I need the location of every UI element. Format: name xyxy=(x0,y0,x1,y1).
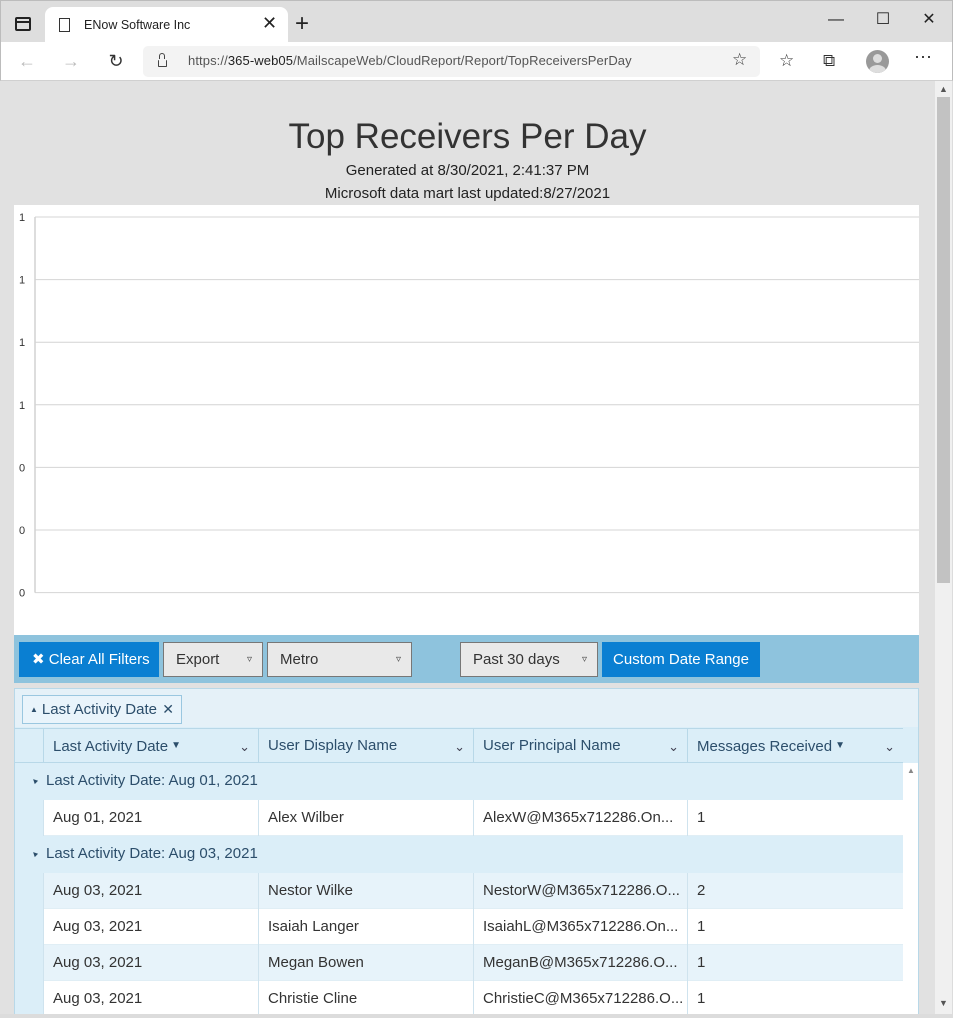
table-cell: Aug 01, 2021 xyxy=(43,800,258,836)
table-row[interactable]: Aug 01, 2021 Alex Wilber AlexW@M365x712286… xyxy=(43,800,903,836)
browser-tab[interactable]: ENow Software Inc ✕ xyxy=(45,7,288,43)
forward-icon[interactable]: → xyxy=(59,49,83,73)
group-row[interactable]: ▲ Last Activity Date: Aug 03, 2021 xyxy=(15,836,903,872)
scroll-up-icon[interactable]: ▲ xyxy=(907,766,915,775)
chevron-down-icon: ▿ xyxy=(395,654,401,665)
collections-icon[interactable]: ⧉ xyxy=(823,51,835,71)
url-text[interactable]: https://365-web05/MailscapeWeb/CloudRepo… xyxy=(188,53,632,68)
table-row[interactable]: Aug 03, 2021 Megan Bowen MeganB@M365x71228… xyxy=(43,945,903,981)
clear-all-filters-button[interactable]: ✖ Clear All Filters xyxy=(19,642,159,677)
column-header-user-principal-name[interactable]: User Principal Name ⌄ xyxy=(473,729,687,763)
y-tick-label: 1 xyxy=(19,275,25,287)
scroll-up-icon[interactable]: ▲ xyxy=(939,84,948,94)
grid-scrollbar[interactable]: ▲ xyxy=(903,763,918,1014)
report-title: Top Receivers Per Day xyxy=(288,117,647,156)
chevron-down-icon: ▿ xyxy=(246,654,252,665)
chart-area: 1 1 1 1 0 0 0 xyxy=(14,205,919,635)
table-row[interactable]: Aug 03, 2021 Isaiah Langer IsaiahL@M365x71… xyxy=(43,909,903,945)
lock-icon[interactable] xyxy=(158,53,167,67)
filter-toolbar: ✖ Clear All Filters Export ▿ Metro ▿ Past … xyxy=(14,635,919,683)
tab-close-icon[interactable]: ✕ xyxy=(262,13,277,34)
tab-title: ENow Software Inc xyxy=(84,18,191,32)
column-header-user-display-name[interactable]: User Display Name ⌄ xyxy=(258,729,473,763)
table-cell: 1 xyxy=(687,909,903,945)
table-cell: 1 xyxy=(687,945,903,981)
remove-group-icon[interactable]: ✕ xyxy=(162,696,174,723)
y-tick-label: 0 xyxy=(19,525,25,537)
close-icon: ✖ xyxy=(32,651,45,668)
table-cell: Aug 03, 2021 xyxy=(43,909,258,945)
sort-up-icon: ▲ xyxy=(30,705,38,714)
tab-actions-icon[interactable] xyxy=(15,17,31,31)
address-bar[interactable]: https://365-web05/MailscapeWeb/CloudRepo… xyxy=(143,46,760,77)
y-tick-label: 1 xyxy=(19,337,25,349)
add-favorite-icon[interactable]: ☆ xyxy=(732,50,747,70)
back-icon[interactable]: ← xyxy=(15,49,39,73)
minimize-icon[interactable]: — xyxy=(813,5,859,35)
scrollbar-thumb[interactable] xyxy=(937,97,950,583)
table-cell: ChristieC@M365x712286.O... xyxy=(473,981,687,1014)
group-label: Last Activity Date: Aug 03, 2021 xyxy=(46,845,258,862)
favorites-icon[interactable]: ☆ xyxy=(779,51,794,71)
theme-dropdown[interactable]: Metro ▿ xyxy=(267,642,412,677)
browser-titlebar: ENow Software Inc ✕ + — ☐ ✕ xyxy=(0,0,953,43)
page-viewport: Top Receivers Per Day Generated at 8/30/… xyxy=(0,81,935,1014)
table-cell: 1 xyxy=(687,981,903,1014)
column-header-messages-received[interactable]: Messages Received ▼ ⌄ xyxy=(687,729,903,763)
table-cell: 1 xyxy=(687,800,903,836)
group-chip[interactable]: ▲ Last Activity Date ✕ xyxy=(22,695,182,724)
group-row[interactable]: ▲ Last Activity Date: Aug 01, 2021 xyxy=(15,763,903,799)
chevron-down-icon: ▿ xyxy=(581,654,587,665)
chevron-down-icon[interactable]: ⌄ xyxy=(884,730,895,763)
table-cell: Nestor Wilke xyxy=(258,873,473,909)
data-grid: ▲ Last Activity Date ✕ Last Activity Date… xyxy=(14,688,919,1014)
chevron-down-icon[interactable]: ⌄ xyxy=(668,730,679,763)
grid-body: ▲ Last Activity Date: Aug 01, 2021 Aug 01,… xyxy=(15,763,903,1014)
chevron-down-icon[interactable]: ⌄ xyxy=(239,730,250,763)
table-cell: NestorW@M365x712286.O... xyxy=(473,873,687,909)
maximize-icon[interactable]: ☐ xyxy=(860,5,906,35)
page-scrollbar[interactable]: ▲ ▼ xyxy=(935,81,952,1014)
table-cell: Aug 03, 2021 xyxy=(43,981,258,1014)
custom-date-range-button[interactable]: Custom Date Range xyxy=(602,642,760,677)
export-dropdown[interactable]: Export ▿ xyxy=(163,642,263,677)
column-header-last-activity-date[interactable]: Last Activity Date ▼ ⌄ xyxy=(43,729,258,763)
table-cell: IsaiahL@M365x712286.On... xyxy=(473,909,687,945)
table-cell: AlexW@M365x712286.On... xyxy=(473,800,687,836)
profile-avatar[interactable] xyxy=(866,50,889,73)
generated-timestamp: Generated at 8/30/2021, 2:41:37 PM xyxy=(345,162,590,179)
sort-desc-icon: ▼ xyxy=(835,740,845,751)
table-cell: 2 xyxy=(687,873,903,909)
table-cell: Isaiah Langer xyxy=(258,909,473,945)
new-tab-icon[interactable]: + xyxy=(295,10,309,38)
table-cell: Aug 03, 2021 xyxy=(43,873,258,909)
y-tick-label: 0 xyxy=(19,588,25,600)
sort-desc-icon: ▼ xyxy=(171,740,181,751)
chevron-down-icon[interactable]: ⌄ xyxy=(454,730,465,763)
y-tick-label: 1 xyxy=(19,212,25,224)
datamart-updated: Microsoft data mart last updated:8/27/20… xyxy=(324,185,611,202)
page-icon xyxy=(59,18,70,32)
close-window-icon[interactable]: ✕ xyxy=(906,5,952,35)
y-tick-label: 0 xyxy=(19,462,25,474)
browser-toolbar: ← → ↻ https://365-web05/MailscapeWeb/Clo… xyxy=(0,42,953,81)
scroll-down-icon[interactable]: ▼ xyxy=(939,998,948,1008)
group-label: Last Activity Date: Aug 01, 2021 xyxy=(46,772,258,789)
table-cell: Christie Cline xyxy=(258,981,473,1014)
table-cell: MeganB@M365x712286.O... xyxy=(473,945,687,981)
table-cell: Alex Wilber xyxy=(258,800,473,836)
empty-chart: 1 1 1 1 0 0 0 xyxy=(19,212,919,600)
grid-header: Last Activity Date ▼ ⌄ User Display Name … xyxy=(15,728,903,763)
y-tick-label: 1 xyxy=(19,400,25,412)
refresh-icon[interactable]: ↻ xyxy=(104,49,128,73)
group-panel: ▲ Last Activity Date ✕ xyxy=(15,689,918,727)
table-row[interactable]: Aug 03, 2021 Nestor Wilke NestorW@M365x712… xyxy=(43,873,903,909)
date-range-dropdown[interactable]: Past 30 days ▿ xyxy=(460,642,598,677)
table-cell: Aug 03, 2021 xyxy=(43,945,258,981)
table-row[interactable]: Aug 03, 2021 Christie Cline ChristieC@M365… xyxy=(43,981,903,1014)
table-cell: Megan Bowen xyxy=(258,945,473,981)
more-icon[interactable]: ⋯ xyxy=(914,47,933,68)
